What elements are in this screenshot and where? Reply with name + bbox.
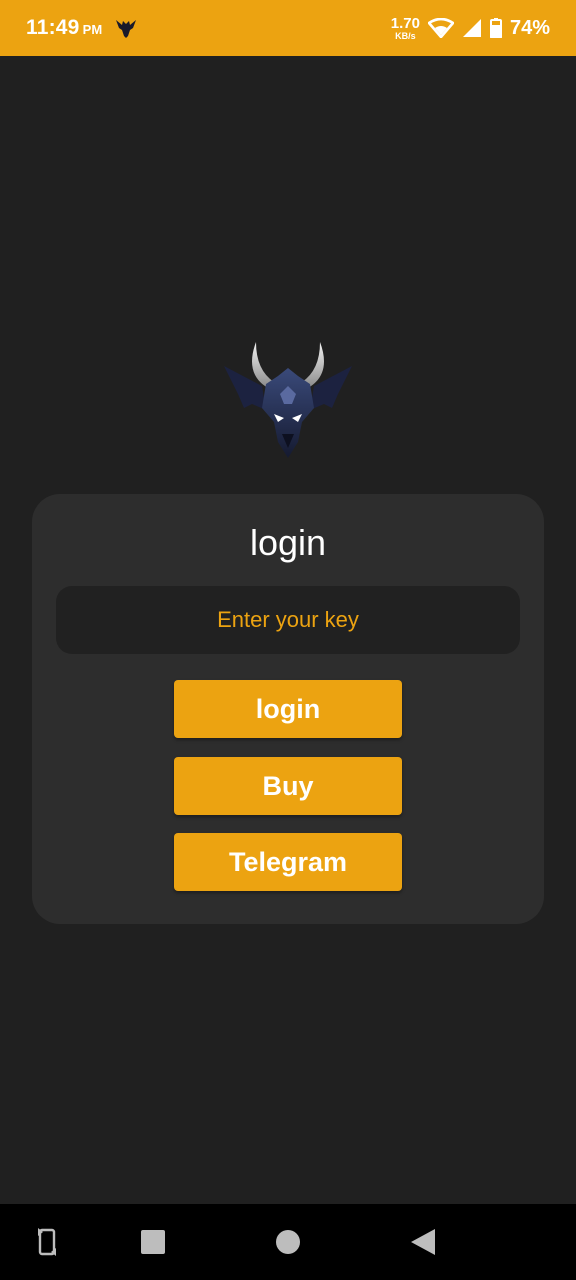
navigation-bar (0, 1204, 576, 1280)
recent-apps-icon (141, 1230, 165, 1254)
dragon-logo-icon (116, 20, 137, 38)
rotate-button[interactable] (22, 1204, 72, 1280)
net-speed-unit: KB/s (395, 30, 416, 41)
status-right: 1.70 KB/s 74% (391, 16, 550, 41)
clock-time: 11:49 (26, 16, 80, 39)
status-left: 11:49 PM (26, 16, 138, 40)
net-speed-value: 1.70 (390, 14, 420, 32)
battery-icon (489, 18, 502, 38)
status-bar: 11:49 PM 1.70 KB/s 74% (0, 0, 576, 56)
buy-button[interactable]: Buy (174, 757, 402, 815)
key-input[interactable] (56, 586, 520, 654)
dragon-logo-icon (224, 342, 352, 458)
back-icon (411, 1229, 435, 1255)
rotate-icon (38, 1228, 56, 1256)
clock: 11:49 PM (26, 16, 102, 40)
signal-icon (462, 19, 481, 37)
recent-apps-button[interactable] (128, 1204, 178, 1280)
wifi-icon (427, 18, 454, 38)
login-card: login login Buy Telegram (32, 494, 544, 924)
net-speed: 1.70 KB/s (391, 16, 420, 41)
login-button[interactable]: login (174, 680, 402, 738)
home-icon (276, 1230, 300, 1254)
home-button[interactable] (263, 1204, 313, 1280)
login-title: login (249, 522, 327, 563)
back-button[interactable] (398, 1204, 448, 1280)
login-screen: 11:49 PM 1.70 KB/s 74% login Enter your … (0, 0, 576, 1280)
telegram-button[interactable]: Telegram (174, 833, 402, 891)
clock-ampm: PM (82, 22, 103, 37)
battery-percent: 74% (509, 16, 550, 39)
